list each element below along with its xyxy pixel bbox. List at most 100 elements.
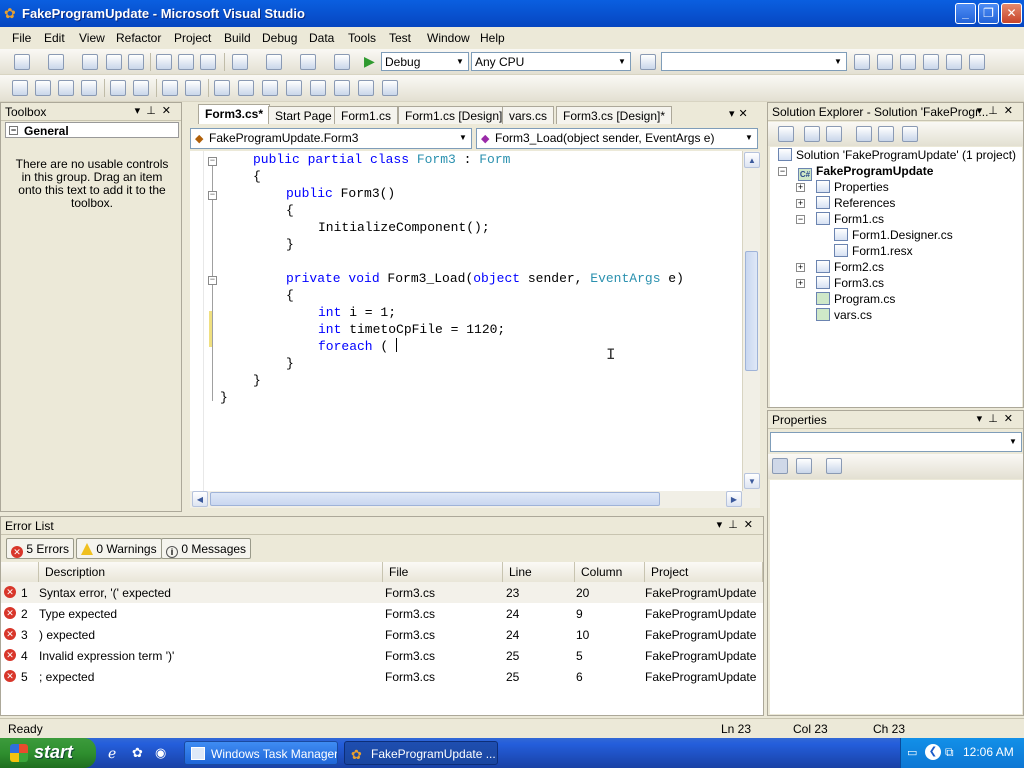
- start-debugging-icon[interactable]: ▶: [364, 53, 375, 70]
- uncomment-lines-icon[interactable]: [185, 80, 201, 96]
- errors-filter-button[interactable]: ✕ 5 Errors: [6, 538, 75, 559]
- new-project-icon[interactable]: [14, 54, 30, 70]
- tree-item-program[interactable]: Program.cs: [816, 291, 895, 307]
- collapse-icon[interactable]: −: [9, 126, 18, 135]
- expand-references-icon[interactable]: +: [796, 199, 805, 208]
- tab-form3-cs[interactable]: Form3.cs*: [198, 104, 271, 124]
- menu-edit[interactable]: Edit: [44, 31, 65, 45]
- table-row[interactable]: ✕ 4 Invalid expression term ')' Form3.cs…: [1, 645, 763, 666]
- start-page-icon[interactable]: [946, 54, 962, 70]
- tab-start-page[interactable]: Start Page: [268, 106, 339, 124]
- tray-arrow-icon[interactable]: ❮: [925, 744, 941, 760]
- comment-lines-icon[interactable]: [162, 80, 178, 96]
- copy-icon[interactable]: [178, 54, 194, 70]
- scroll-left-icon[interactable]: ◀: [192, 491, 208, 507]
- column-header-file[interactable]: File: [383, 562, 503, 582]
- toolbox-group-general[interactable]: − General: [5, 122, 179, 138]
- complete-word-icon[interactable]: [81, 80, 97, 96]
- save-all-icon[interactable]: [128, 54, 144, 70]
- command-window-icon[interactable]: [969, 54, 985, 70]
- task-visual-studio[interactable]: ✿ FakeProgramUpdate ...: [344, 741, 498, 765]
- scroll-thumb[interactable]: [745, 251, 758, 371]
- tree-item-form3[interactable]: Form3.cs: [816, 275, 884, 291]
- menu-help[interactable]: Help: [480, 31, 505, 45]
- column-header-icon[interactable]: [1, 562, 39, 582]
- tree-item-form1-resx[interactable]: Form1.resx: [834, 243, 913, 259]
- scroll-right-icon[interactable]: ▶: [726, 491, 742, 507]
- save-icon[interactable]: [106, 54, 122, 70]
- warnings-filter-button[interactable]: 0 Warnings: [76, 538, 162, 559]
- menu-refactor[interactable]: Refactor: [116, 31, 161, 45]
- toolbox-icon[interactable]: [923, 54, 939, 70]
- tree-item-form1-designer[interactable]: Form1.Designer.cs: [834, 227, 953, 243]
- tab-form1-cs[interactable]: Form1.cs: [334, 106, 399, 124]
- tab-menu-close[interactable]: ▾✕: [729, 107, 752, 120]
- navigate-back-icon[interactable]: [300, 54, 316, 70]
- close-button[interactable]: ✕: [1001, 3, 1022, 24]
- solution-platform-select[interactable]: Any CPU ▼: [471, 52, 631, 71]
- open-file-icon[interactable]: [82, 54, 98, 70]
- menu-project[interactable]: Project: [174, 31, 211, 45]
- minimize-button[interactable]: _: [955, 3, 976, 24]
- horizontal-scrollbar[interactable]: ◀ ▶: [190, 491, 760, 508]
- alphabetical-icon[interactable]: [796, 458, 812, 474]
- column-header-description[interactable]: Description: [39, 562, 383, 582]
- collapse-project-icon[interactable]: −: [778, 167, 787, 176]
- collapse-class-icon[interactable]: −: [208, 157, 217, 166]
- title-bar[interactable]: ✿ FakeProgramUpdate - Microsoft Visual S…: [0, 0, 1024, 27]
- increase-indent-icon[interactable]: [133, 80, 149, 96]
- expand-form3-icon[interactable]: +: [796, 279, 805, 288]
- vertical-scrollbar[interactable]: ▲ ▼: [742, 151, 760, 491]
- properties-object-select[interactable]: ▼: [770, 432, 1022, 452]
- column-header-column[interactable]: Column: [575, 562, 645, 582]
- previous-bookmark-icon[interactable]: [238, 80, 254, 96]
- find-combo[interactable]: ▼: [661, 52, 847, 71]
- view-code-icon[interactable]: [856, 126, 872, 142]
- decrease-indent-icon[interactable]: [110, 80, 126, 96]
- property-pages-icon[interactable]: [826, 458, 842, 474]
- show-all-files-icon[interactable]: [804, 126, 820, 142]
- expand-form2-icon[interactable]: +: [796, 263, 805, 272]
- refresh-icon[interactable]: [826, 126, 842, 142]
- menu-tools[interactable]: Tools: [348, 31, 376, 45]
- tab-form3-design[interactable]: Form3.cs [Design]*: [556, 106, 673, 124]
- task-windows-task-manager[interactable]: Windows Task Manager: [184, 741, 338, 765]
- tree-item-vars[interactable]: vars.cs: [816, 307, 872, 323]
- tree-item-form2[interactable]: Form2.cs: [816, 259, 884, 275]
- member-dropdown[interactable]: ◆ Form3_Load(object sender, EventArgs e)…: [476, 128, 758, 149]
- tree-item-references[interactable]: References: [816, 195, 895, 211]
- cut-icon[interactable]: [156, 54, 172, 70]
- display-object-member-list-icon[interactable]: [12, 80, 28, 96]
- table-row[interactable]: ✕ 2 Type expected Form3.cs 24 9 FakeProg…: [1, 603, 763, 624]
- table-row[interactable]: ✕ 1 Syntax error, '(' expected Form3.cs …: [1, 582, 763, 603]
- panel-buttons[interactable]: ▾⊥✕: [977, 412, 1019, 425]
- collapse-form1-icon[interactable]: −: [796, 215, 805, 224]
- add-item-icon[interactable]: [48, 54, 64, 70]
- panel-buttons[interactable]: ▾⊥✕: [135, 104, 177, 117]
- show-desktop-icon[interactable]: ✿: [132, 745, 143, 761]
- toggle-bookmark-icon[interactable]: [214, 80, 230, 96]
- tree-item-properties[interactable]: Properties: [816, 179, 889, 195]
- menu-window[interactable]: Window: [427, 31, 470, 45]
- tab-vars-cs[interactable]: vars.cs: [502, 106, 555, 124]
- column-header-line[interactable]: Line: [503, 562, 575, 582]
- network-icon[interactable]: ⧉: [945, 745, 954, 760]
- tree-solution[interactable]: Solution 'FakeProgramUpdate' (1 project): [778, 147, 1016, 163]
- categorized-icon[interactable]: [772, 458, 788, 474]
- find-in-files-icon[interactable]: [640, 54, 656, 70]
- table-row[interactable]: ✕ 5 ; expected Form3.cs 25 6 FakeProgram…: [1, 666, 763, 687]
- paste-icon[interactable]: [200, 54, 216, 70]
- next-bookmark-icon[interactable]: [262, 80, 278, 96]
- class-diagram-icon[interactable]: [902, 126, 918, 142]
- collapse-constructor-icon[interactable]: −: [208, 191, 217, 200]
- code-text-area[interactable]: − − − public partial class Form3 : Form …: [190, 151, 745, 491]
- previous-bookmark-in-document-icon[interactable]: [334, 80, 350, 96]
- menu-data[interactable]: Data: [309, 31, 334, 45]
- panel-buttons[interactable]: ▾⊥✕: [977, 104, 1019, 117]
- properties-window-icon[interactable]: [877, 54, 893, 70]
- navigate-forward-icon[interactable]: [334, 54, 350, 70]
- clear-bookmarks-icon[interactable]: [382, 80, 398, 96]
- previous-bookmark-in-folder-icon[interactable]: [286, 80, 302, 96]
- collapse-load-method-icon[interactable]: −: [208, 276, 217, 285]
- clock[interactable]: 12:06 AM: [963, 745, 1014, 759]
